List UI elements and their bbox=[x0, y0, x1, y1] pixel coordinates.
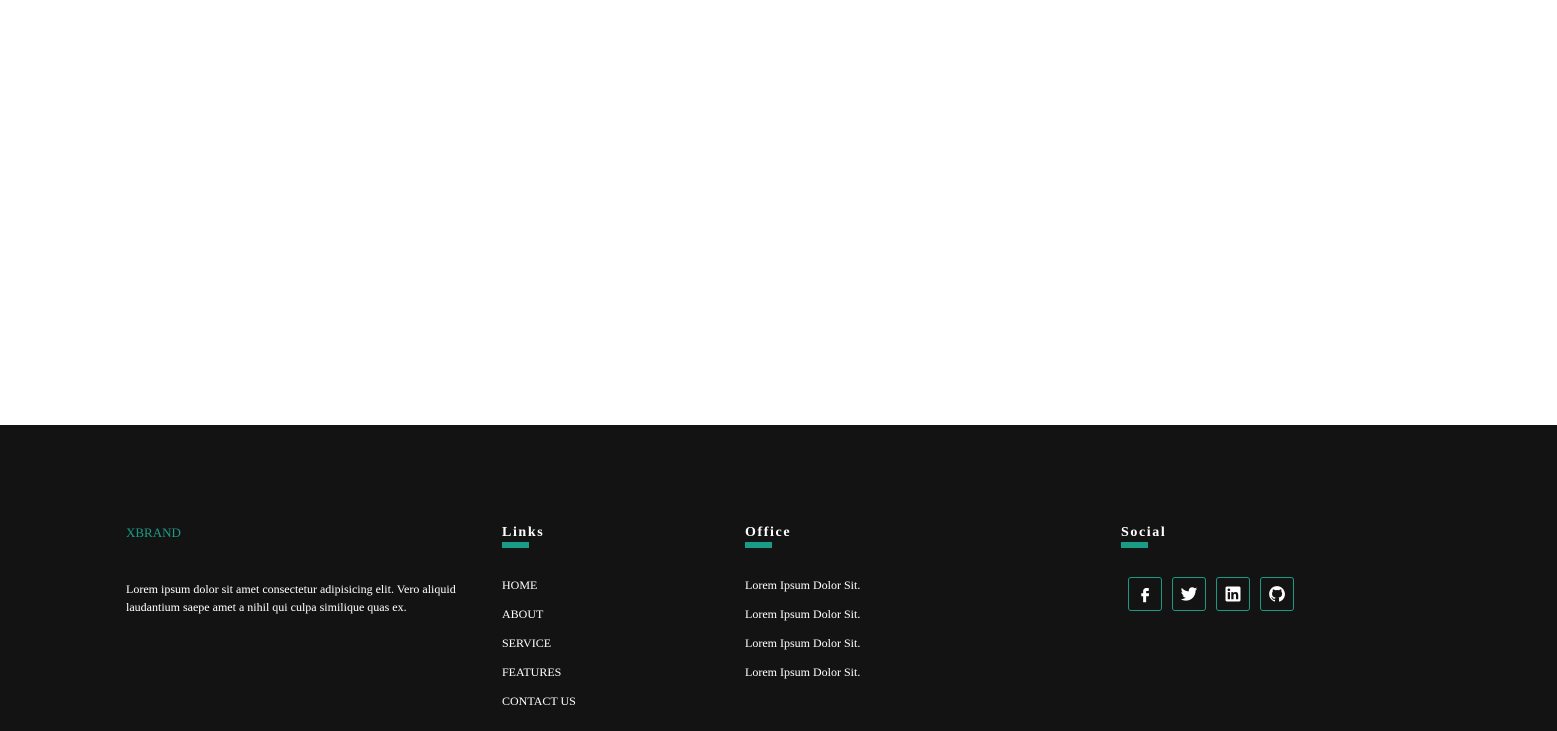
site-footer: XBRAND Lorem ipsum dolor sit amet consec… bbox=[0, 425, 1557, 731]
github-icon bbox=[1269, 586, 1285, 602]
footer-brand-column: XBRAND Lorem ipsum dolor sit amet consec… bbox=[126, 524, 456, 616]
links-heading-underline bbox=[502, 542, 529, 548]
list-item: SERVICE bbox=[502, 636, 576, 651]
footer-link-service[interactable]: SERVICE bbox=[502, 636, 551, 650]
office-heading: Office bbox=[745, 525, 792, 540]
github-button[interactable] bbox=[1260, 577, 1294, 611]
social-heading-underline bbox=[1121, 542, 1148, 548]
facebook-button[interactable] bbox=[1128, 577, 1162, 611]
office-line: Lorem Ipsum Dolor Sit. bbox=[745, 665, 861, 679]
social-buttons bbox=[1128, 577, 1294, 611]
office-line: Lorem Ipsum Dolor Sit. bbox=[745, 636, 861, 650]
office-list: Lorem Ipsum Dolor Sit. Lorem Ipsum Dolor… bbox=[745, 578, 860, 680]
footer-office-column: Office Lorem Ipsum Dolor Sit. Lorem Ipsu… bbox=[745, 525, 860, 694]
list-item: CONTACT US bbox=[502, 694, 576, 709]
social-heading: Social bbox=[1121, 525, 1167, 540]
list-item: FEATURES bbox=[502, 665, 576, 680]
brand-description: Lorem ipsum dolor sit amet consectetur a… bbox=[126, 582, 456, 614]
footer-social-column: Social bbox=[1121, 525, 1294, 611]
twitter-button[interactable] bbox=[1172, 577, 1206, 611]
footer-link-home[interactable]: HOME bbox=[502, 578, 537, 592]
linkedin-icon bbox=[1225, 586, 1241, 602]
footer-link-about[interactable]: ABOUT bbox=[502, 607, 543, 621]
facebook-icon bbox=[1141, 588, 1150, 603]
office-line: Lorem Ipsum Dolor Sit. bbox=[745, 578, 861, 592]
footer-links-column: Links HOME ABOUT SERVICE FEATURES CONTAC… bbox=[502, 525, 576, 723]
list-item: HOME bbox=[502, 578, 576, 593]
office-heading-underline bbox=[745, 542, 772, 548]
linkedin-button[interactable] bbox=[1216, 577, 1250, 611]
links-list: HOME ABOUT SERVICE FEATURES CONTACT US bbox=[502, 578, 576, 709]
page-content-area bbox=[0, 0, 1557, 425]
footer-link-contact-us[interactable]: CONTACT US bbox=[502, 694, 576, 708]
links-heading: Links bbox=[502, 525, 545, 540]
brand-logo-link[interactable]: XBRAND bbox=[126, 525, 181, 540]
office-line: Lorem Ipsum Dolor Sit. bbox=[745, 607, 861, 621]
twitter-icon bbox=[1180, 587, 1198, 601]
footer-link-features[interactable]: FEATURES bbox=[502, 665, 561, 679]
list-item: ABOUT bbox=[502, 607, 576, 622]
